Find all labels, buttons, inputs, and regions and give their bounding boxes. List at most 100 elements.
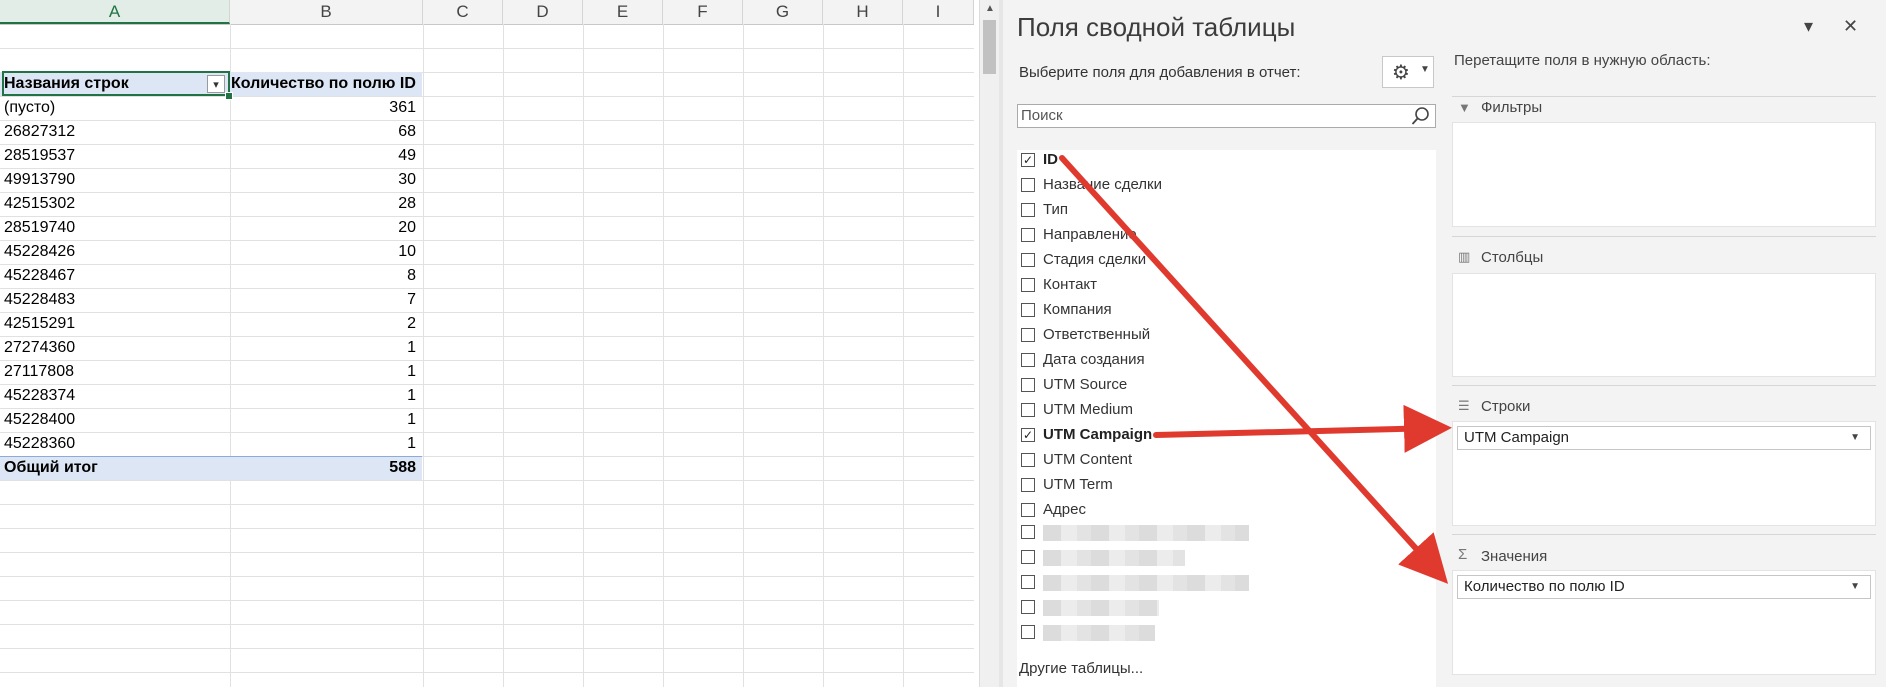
pivot-row-label[interactable]: 27274360 bbox=[4, 336, 228, 360]
pivot-row-label[interactable]: 28519740 bbox=[4, 216, 228, 240]
area-separator bbox=[1452, 236, 1876, 237]
column-header-b[interactable]: B bbox=[230, 0, 423, 24]
field-checkbox[interactable] bbox=[1021, 525, 1035, 539]
active-cell-border bbox=[2, 71, 230, 96]
pivot-row-value[interactable]: 361 bbox=[230, 96, 420, 120]
pivot-row-value[interactable]: 10 bbox=[230, 240, 420, 264]
pivot-row-label[interactable]: 27117808 bbox=[4, 360, 228, 384]
choose-fields-label: Выберите поля для добавления в отчет: bbox=[1019, 64, 1301, 81]
pivot-row-value[interactable]: 30 bbox=[230, 168, 420, 192]
field-checkbox[interactable] bbox=[1021, 478, 1035, 492]
grid-row-line bbox=[0, 672, 974, 673]
pivot-row-label[interactable]: 45228426 bbox=[4, 240, 228, 264]
redacted-label bbox=[1043, 600, 1159, 616]
grand-total-label[interactable]: Общий итог bbox=[4, 456, 228, 480]
pivot-row-value[interactable]: 49 bbox=[230, 144, 420, 168]
field-checkbox[interactable] bbox=[1021, 503, 1035, 517]
field-checkbox[interactable] bbox=[1021, 303, 1035, 317]
values-drop-area[interactable]: Количество по полю ID ▼ bbox=[1452, 570, 1876, 675]
search-input[interactable]: Поиск bbox=[1017, 104, 1436, 128]
rows-field-pill[interactable]: UTM Campaign ▼ bbox=[1457, 426, 1871, 450]
pivot-row-label[interactable]: 26827312 bbox=[4, 120, 228, 144]
spreadsheet-area[interactable]: A B C D E F G H I Названия строк ▾ Колич… bbox=[0, 0, 980, 687]
columns-drop-area[interactable] bbox=[1452, 273, 1876, 377]
field-checkbox[interactable] bbox=[1021, 353, 1035, 367]
field-checkbox[interactable] bbox=[1021, 403, 1035, 417]
grid-row-line bbox=[0, 552, 974, 553]
columns-icon: ▥ bbox=[1458, 249, 1471, 264]
field-checkbox[interactable] bbox=[1021, 228, 1035, 242]
pivot-row-value[interactable]: 1 bbox=[230, 360, 420, 384]
chevron-down-icon[interactable]: ▼ bbox=[1850, 576, 1860, 598]
area-separator bbox=[1452, 534, 1876, 535]
field-checkbox-checked[interactable]: ✓ bbox=[1021, 428, 1035, 442]
field-checkbox[interactable] bbox=[1021, 278, 1035, 292]
field-label: Ответственный bbox=[1043, 326, 1151, 343]
column-header-g[interactable]: G bbox=[743, 0, 823, 24]
field-label: UTM Medium bbox=[1043, 401, 1134, 418]
field-checkbox[interactable] bbox=[1021, 600, 1035, 614]
pivot-row-label[interactable]: 45228467 bbox=[4, 264, 228, 288]
column-header-e[interactable]: E bbox=[583, 0, 663, 24]
column-header-h[interactable]: H bbox=[823, 0, 903, 24]
pivot-row-label[interactable]: 45228360 bbox=[4, 432, 228, 456]
fill-handle[interactable] bbox=[225, 92, 233, 100]
column-header-c[interactable]: C bbox=[423, 0, 503, 24]
pivot-row-value[interactable]: 1 bbox=[230, 432, 420, 456]
field-checkbox[interactable] bbox=[1021, 453, 1035, 467]
vertical-scrollbar[interactable]: ▲ bbox=[979, 0, 1000, 687]
grand-total-value[interactable]: 588 bbox=[230, 456, 420, 480]
rows-drop-area[interactable]: UTM Campaign ▼ bbox=[1452, 421, 1876, 526]
pivot-row-value[interactable]: 20 bbox=[230, 216, 420, 240]
pivot-row-value[interactable]: 2 bbox=[230, 312, 420, 336]
field-checkbox[interactable] bbox=[1021, 178, 1035, 192]
pivot-row-label[interactable]: (пусто) bbox=[4, 96, 228, 120]
pivot-value-header[interactable]: Количество по полю ID bbox=[231, 72, 421, 96]
scroll-thumb[interactable] bbox=[983, 20, 996, 74]
pane-options-chevron-icon[interactable]: ▾ bbox=[1804, 16, 1813, 37]
field-label: UTM Term bbox=[1043, 476, 1113, 493]
field-checkbox[interactable] bbox=[1021, 575, 1035, 589]
tools-button[interactable]: ⚙ ▼ bbox=[1382, 56, 1434, 88]
field-checkbox-checked[interactable]: ✓ bbox=[1021, 153, 1035, 167]
chevron-down-icon[interactable]: ▼ bbox=[1850, 427, 1860, 449]
grid-column-line bbox=[743, 24, 744, 687]
rows-area-title: Строки bbox=[1481, 398, 1531, 415]
pivot-row-value[interactable]: 1 bbox=[230, 408, 420, 432]
field-checkbox[interactable] bbox=[1021, 625, 1035, 639]
column-header-row: A B C D E F G H I bbox=[0, 0, 974, 25]
column-header-f[interactable]: F bbox=[663, 0, 743, 24]
pivot-row-value[interactable]: 1 bbox=[230, 336, 420, 360]
pivot-row-value[interactable]: 8 bbox=[230, 264, 420, 288]
field-checkbox[interactable] bbox=[1021, 328, 1035, 342]
pivot-row-value[interactable]: 1 bbox=[230, 384, 420, 408]
field-list[interactable]: ✓ ID Название сделки Тип Направление Стадия с… bbox=[1017, 150, 1436, 687]
other-tables-link[interactable]: Другие таблицы... bbox=[1019, 660, 1143, 677]
pivot-row-label[interactable]: 42515291 bbox=[4, 312, 228, 336]
column-header-i[interactable]: I bbox=[903, 0, 974, 24]
pivot-row-label[interactable]: 45228400 bbox=[4, 408, 228, 432]
column-header-d[interactable]: D bbox=[503, 0, 583, 24]
pivot-row-value[interactable]: 28 bbox=[230, 192, 420, 216]
pivot-row-label[interactable]: 28519537 bbox=[4, 144, 228, 168]
scroll-up-icon[interactable]: ▲ bbox=[983, 2, 997, 16]
pivot-row-value[interactable]: 7 bbox=[230, 288, 420, 312]
filters-drop-area[interactable] bbox=[1452, 122, 1876, 227]
pivot-row-label[interactable]: 45228483 bbox=[4, 288, 228, 312]
pivot-row-label[interactable]: 42515302 bbox=[4, 192, 228, 216]
pivot-row-label[interactable]: 49913790 bbox=[4, 168, 228, 192]
column-header-a[interactable]: A bbox=[0, 0, 230, 24]
values-field-pill[interactable]: Количество по полю ID ▼ bbox=[1457, 575, 1871, 599]
field-checkbox[interactable] bbox=[1021, 550, 1035, 564]
pivot-row-value[interactable]: 68 bbox=[230, 120, 420, 144]
pivot-row-label[interactable]: 45228374 bbox=[4, 384, 228, 408]
search-icon[interactable] bbox=[1411, 106, 1431, 126]
rows-field-label: UTM Campaign bbox=[1464, 429, 1570, 446]
close-icon[interactable]: ✕ bbox=[1843, 16, 1858, 37]
field-checkbox[interactable] bbox=[1021, 253, 1035, 267]
field-checkbox[interactable] bbox=[1021, 203, 1035, 217]
field-label: Компания bbox=[1043, 301, 1112, 318]
field-checkbox[interactable] bbox=[1021, 378, 1035, 392]
chevron-down-icon: ▼ bbox=[1420, 64, 1430, 75]
grid-row-line bbox=[0, 576, 974, 577]
